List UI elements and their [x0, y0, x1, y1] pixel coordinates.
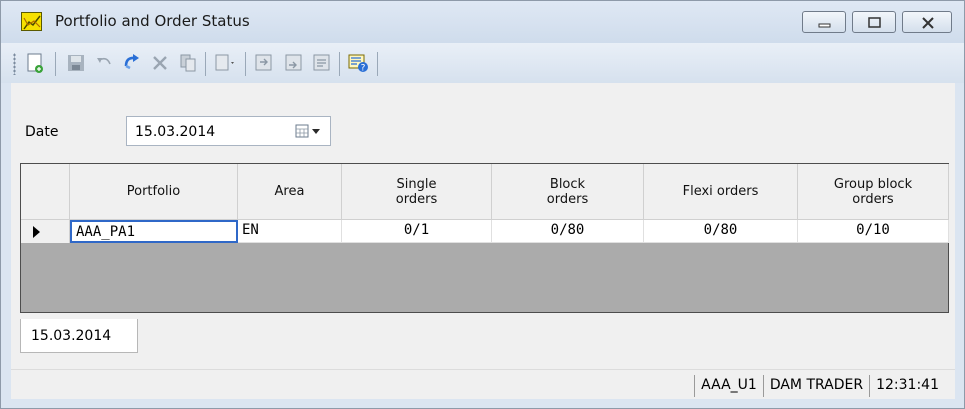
- calendar-dropdown-icon[interactable]: [294, 123, 324, 141]
- app-chart-icon: [21, 12, 42, 31]
- refresh-icon[interactable]: [121, 52, 143, 74]
- import-icon[interactable]: [213, 52, 235, 74]
- col-header-group-block-orders[interactable]: Group block orders: [798, 164, 949, 220]
- cell-single-orders[interactable]: 0/1: [342, 220, 492, 243]
- col-header-block-orders[interactable]: Block orders: [492, 164, 644, 220]
- save-icon[interactable]: [65, 52, 87, 74]
- portfolio-grid[interactable]: Portfolio Area Single orders Block order…: [20, 163, 949, 313]
- report-icon[interactable]: [311, 52, 333, 74]
- cell-flexi-orders[interactable]: 0/80: [644, 220, 798, 243]
- current-row-arrow-icon: [33, 226, 40, 238]
- table-row[interactable]: AAA_PA1 EN 0/1 0/80 0/80 0/10: [21, 220, 949, 243]
- close-icon: [922, 17, 934, 29]
- date-tabstrip: 15.03.2014: [11, 319, 955, 355]
- title-bar[interactable]: Portfolio and Order Status: [1, 1, 964, 43]
- minimize-button[interactable]: [802, 11, 846, 33]
- col-header-area[interactable]: Area: [238, 164, 342, 220]
- maximize-button[interactable]: [852, 11, 896, 33]
- undo-icon[interactable]: [93, 52, 115, 74]
- date-field[interactable]: 15.03.2014: [126, 116, 331, 146]
- window-title: Portfolio and Order Status: [55, 12, 250, 30]
- grid-corner-header[interactable]: [21, 164, 70, 220]
- app-window: Portfolio and Order Status ? Date 15.03.…: [0, 0, 965, 409]
- status-role: DAM TRADER: [762, 375, 869, 397]
- content-panel: Date 15.03.2014 Portfolio Area Single or…: [11, 83, 955, 369]
- col-header-portfolio[interactable]: Portfolio: [70, 164, 238, 220]
- cell-portfolio[interactable]: AAA_PA1: [70, 220, 238, 243]
- grid-header: Portfolio Area Single orders Block order…: [21, 164, 949, 220]
- copy-icon[interactable]: [177, 52, 199, 74]
- new-document-icon[interactable]: [25, 52, 47, 74]
- delete-icon[interactable]: [149, 52, 171, 74]
- status-user: AAA_U1: [694, 375, 763, 397]
- svg-text:?: ?: [361, 64, 366, 74]
- row-selector[interactable]: [21, 220, 70, 243]
- maximize-icon: [868, 17, 881, 28]
- date-value: 15.03.2014: [135, 124, 216, 140]
- minimize-icon: [818, 23, 831, 28]
- cell-block-orders[interactable]: 0/80: [492, 220, 644, 243]
- status-bar: AAA_U1 DAM TRADER 12:31:41: [11, 369, 955, 399]
- status-time: 12:31:41: [869, 375, 945, 397]
- col-header-flexi-orders[interactable]: Flexi orders: [644, 164, 798, 220]
- send-icon[interactable]: [283, 52, 305, 74]
- tab-date[interactable]: 15.03.2014: [20, 319, 138, 353]
- export-icon[interactable]: [253, 52, 275, 74]
- cell-area[interactable]: EN: [238, 220, 342, 243]
- cell-group-block-orders[interactable]: 0/10: [798, 220, 949, 243]
- col-header-single-orders[interactable]: Single orders: [342, 164, 492, 220]
- toolbar: ?: [1, 43, 964, 83]
- date-label: Date: [25, 124, 59, 140]
- help-icon[interactable]: ?: [347, 52, 369, 74]
- close-button[interactable]: [902, 11, 952, 33]
- toolbar-grip[interactable]: [13, 53, 16, 75]
